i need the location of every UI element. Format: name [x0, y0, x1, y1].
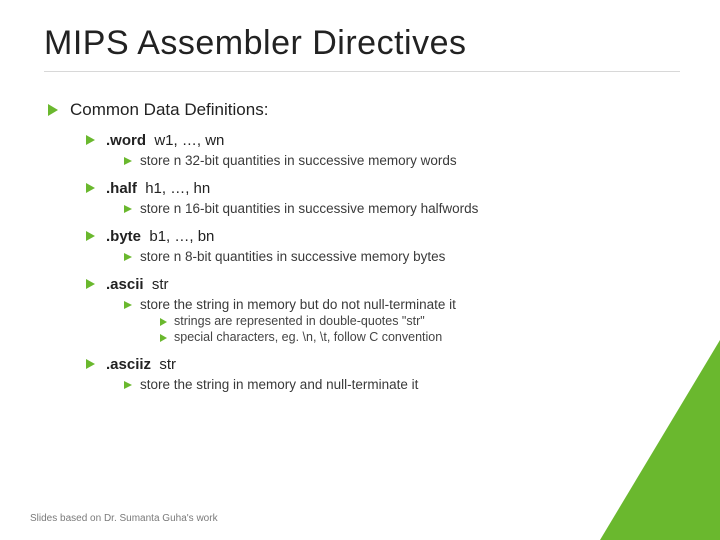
directive-desc: store n 32-bit quantities in successive …	[140, 153, 457, 168]
directive-args: h1, …, hn	[145, 180, 210, 197]
list-item: store n 8-bit quantities in successive m…	[122, 249, 680, 264]
list-item: store n 32-bit quantities in successive …	[122, 153, 680, 168]
list-item: .asciiz str store the string in memory a…	[84, 356, 680, 392]
directive-args: str	[152, 276, 169, 293]
directive-name: .ascii	[106, 276, 144, 293]
directive-name: .byte	[106, 228, 141, 245]
list-item: store the string in memory and null-term…	[122, 377, 680, 392]
list-item: .half h1, …, hn store n 16-bit quantitie…	[84, 180, 680, 216]
slide-title: MIPS Assembler Directives	[44, 24, 680, 72]
section-heading: Common Data Definitions:	[70, 100, 268, 119]
directive-desc: store the string in memory but do not nu…	[140, 297, 456, 312]
footer-credit: Slides based on Dr. Sumanta Guha's work	[30, 513, 218, 524]
directive-name: .word	[106, 132, 146, 149]
list-item: store n 16-bit quantities in successive …	[122, 201, 680, 216]
directive-desc: store the string in memory and null-term…	[140, 377, 418, 392]
directive-desc: store n 8-bit quantities in successive m…	[140, 249, 445, 264]
sub-note: strings are represented in double-quotes…	[174, 314, 425, 328]
list-item: strings are represented in double-quotes…	[158, 314, 680, 328]
list-item: .ascii str store the string in memory bu…	[84, 276, 680, 344]
list-item: special characters, eg. \n, \t, follow C…	[158, 330, 680, 344]
sub-note: special characters, eg. \n, \t, follow C…	[174, 330, 442, 344]
list-item: Common Data Definitions: .word w1, …, wn…	[44, 100, 680, 392]
directive-name: .asciiz	[106, 356, 151, 373]
list-item: store the string in memory but do not nu…	[122, 297, 680, 344]
list-item: .byte b1, …, bn store n 8-bit quantities…	[84, 228, 680, 264]
list-item: .word w1, …, wn store n 32-bit quantitie…	[84, 132, 680, 168]
directive-name: .half	[106, 180, 137, 197]
directive-args: w1, …, wn	[154, 132, 224, 149]
directive-desc: store n 16-bit quantities in successive …	[140, 201, 478, 216]
directive-args: b1, …, bn	[149, 228, 214, 245]
directive-args: str	[159, 356, 176, 373]
